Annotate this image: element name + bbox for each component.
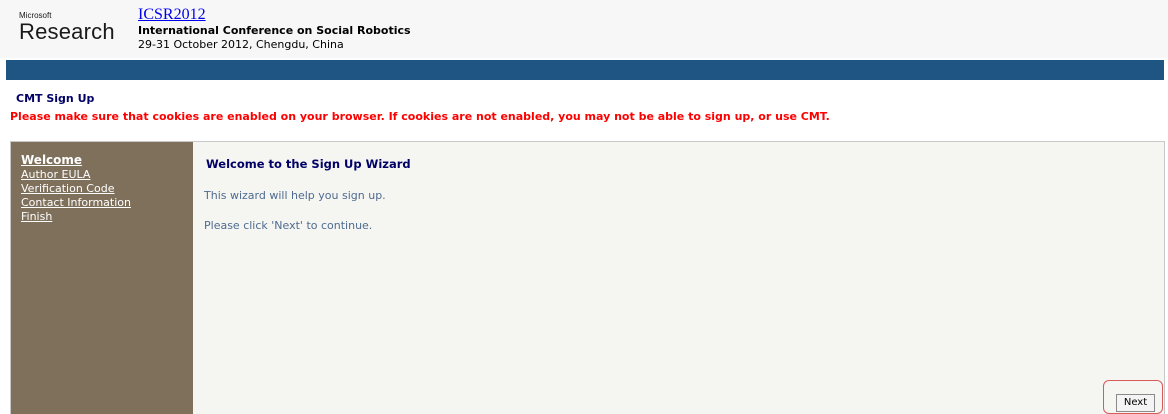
wizard-content: Welcome to the Sign Up Wizard This wizar… [193, 142, 1164, 414]
wizard-step-link[interactable]: Author EULA [21, 168, 90, 181]
header-bar [6, 60, 1164, 80]
conference-title-link[interactable]: ICSR2012 [138, 6, 411, 24]
conference-dates: 29-31 October 2012, Chengdu, China [138, 38, 344, 51]
wizard-step-link[interactable]: Finish [21, 210, 52, 223]
wizard-step-finish[interactable]: Finish [21, 210, 193, 224]
next-button[interactable]: Next [1116, 394, 1155, 412]
conference-name: International Conference on Social Robot… [138, 24, 411, 37]
signup-wizard: Welcome Author EULA Verification Code Co… [10, 141, 1165, 414]
logo-research-text: Research [19, 19, 115, 44]
microsoft-research-logo: Microsoft Research [19, 11, 129, 55]
wizard-step-link[interactable]: Verification Code [21, 182, 114, 195]
conference-info: ICSR2012 International Conference on Soc… [138, 6, 411, 52]
page-title: CMT Sign Up [16, 92, 95, 105]
wizard-step-link[interactable]: Welcome [21, 153, 82, 167]
wizard-step-contact-information[interactable]: Contact Information [21, 196, 193, 210]
wizard-intro-text: This wizard will help you sign up. [204, 189, 386, 202]
cookie-warning: Please make sure that cookies are enable… [10, 110, 830, 123]
wizard-steps-sidebar: Welcome Author EULA Verification Code Co… [11, 142, 193, 414]
wizard-instruction-text: Please click 'Next' to continue. [204, 219, 373, 232]
wizard-step-verification-code[interactable]: Verification Code [21, 182, 193, 196]
wizard-step-welcome[interactable]: Welcome [21, 153, 193, 168]
wizard-step-author-eula[interactable]: Author EULA [21, 168, 193, 182]
wizard-step-link[interactable]: Contact Information [21, 196, 131, 209]
header: Microsoft Research ICSR2012 Internationa… [0, 0, 1168, 58]
wizard-title: Welcome to the Sign Up Wizard [206, 157, 411, 171]
